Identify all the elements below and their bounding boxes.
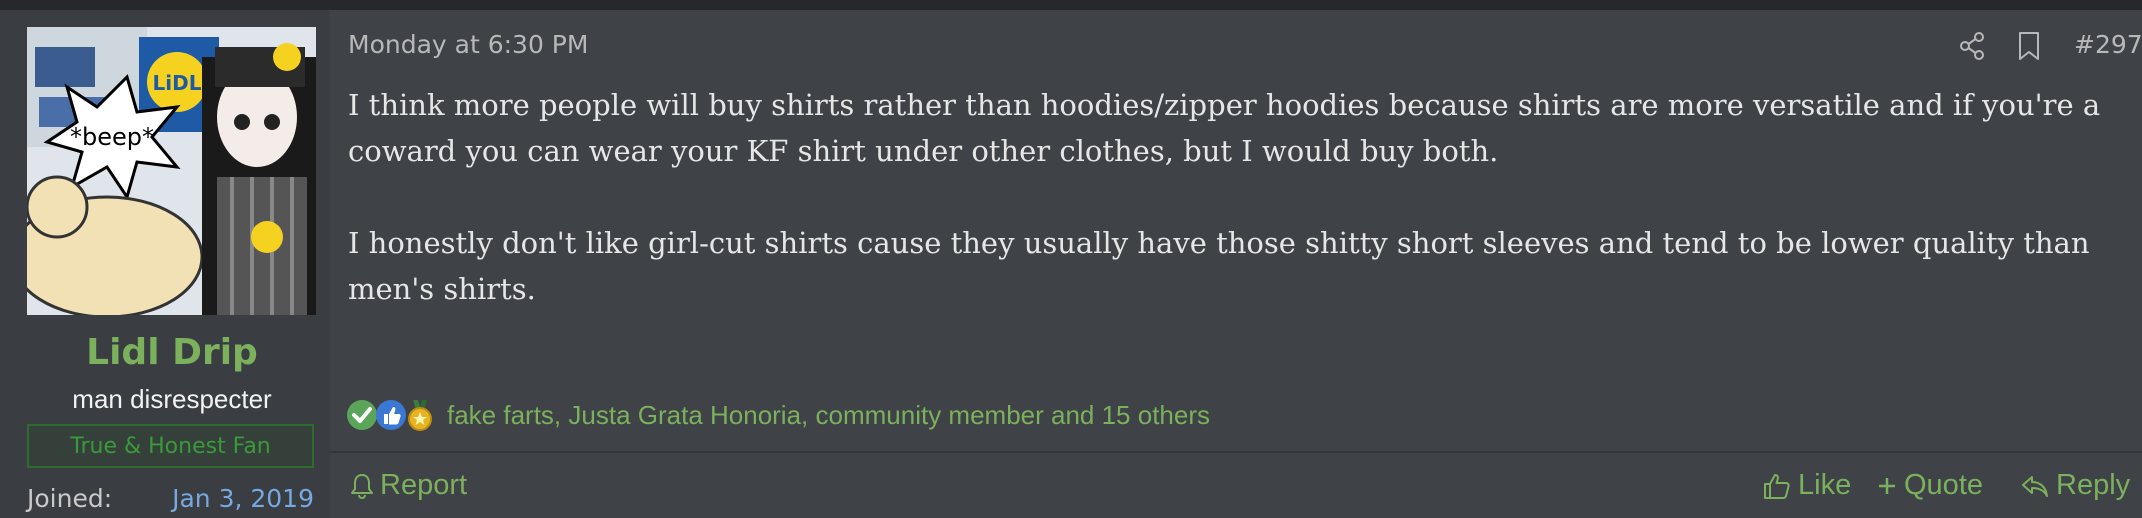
post-date[interactable]: Monday at 6:30 PM (348, 30, 588, 59)
reply-label: Reply (2056, 469, 2131, 501)
bell-icon (351, 473, 373, 499)
joined-label: Joined: (27, 484, 113, 513)
quote-label: Quote (1904, 469, 1983, 501)
report-label: Report (380, 469, 468, 501)
post-number[interactable]: #297 (2074, 30, 2142, 59)
forum-post: LiDL *beep* Lidl Drip man disrespecter T… (0, 10, 2142, 518)
like-button[interactable]: Like (1762, 469, 1851, 502)
username[interactable]: Lidl Drip (0, 332, 344, 373)
avatar-beep-text: *beep* (70, 123, 154, 151)
thumbs-up-outline-icon (1764, 473, 1790, 499)
post-main: Monday at 6:30 PM #297 I think more peop… (330, 10, 2142, 518)
report-button[interactable]: Report (350, 469, 467, 502)
post-footer: Report Like Quote Reply (330, 453, 2142, 518)
quote-button[interactable]: Quote (1876, 469, 1983, 502)
bookmark-icon[interactable] (2017, 31, 2041, 61)
avatar[interactable]: LiDL *beep* (27, 27, 316, 315)
top-bar (0, 0, 2142, 10)
plus-icon (1879, 477, 1895, 494)
user-banner-label: True & Honest Fan (70, 433, 271, 459)
check-icon (347, 400, 377, 430)
reactions-bar[interactable]: fake farts, Justa Grata Honoria, communi… (346, 398, 1210, 432)
joined-value: Jan 3, 2019 (172, 484, 314, 513)
like-label: Like (1798, 469, 1852, 501)
share-icon[interactable] (1958, 31, 1986, 61)
post-paragraph: I honestly don't like girl-cut shirts ca… (348, 226, 2090, 306)
medal-icon (408, 400, 432, 431)
user-title: man disrespecter (72, 384, 272, 414)
reply-arrow-icon (2022, 475, 2048, 497)
reply-button[interactable]: Reply (2020, 469, 2130, 502)
reactions-list[interactable]: fake farts, Justa Grata Honoria, communi… (447, 400, 1210, 431)
post-body: I think more people will buy shirts rath… (348, 82, 2128, 358)
post-paragraph: I think more people will buy shirts rath… (348, 88, 2101, 168)
thumbs-up-icon (376, 400, 406, 430)
user-panel: LiDL *beep* Lidl Drip man disrespecter T… (0, 10, 330, 518)
user-banner: True & Honest Fan (27, 424, 314, 468)
avatar-logo-text: LiDL (153, 71, 202, 95)
